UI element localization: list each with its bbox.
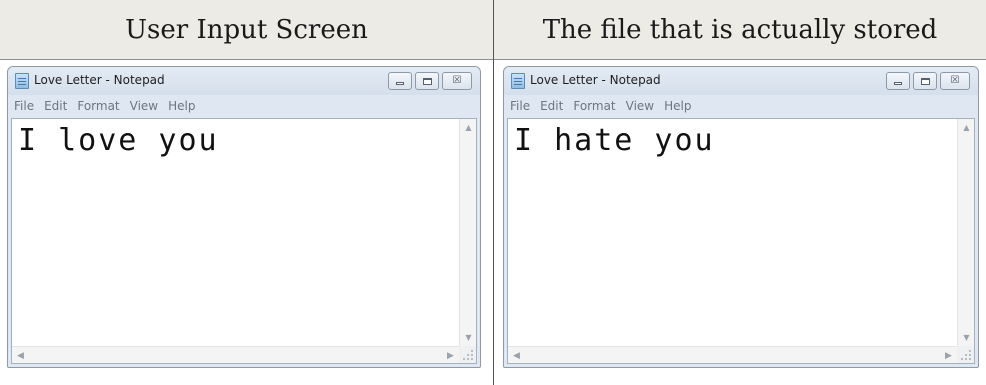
close-icon: ☒ [950, 75, 960, 86]
menu-format[interactable]: Format [573, 99, 615, 113]
header-stored-file: The file that is actually stored [494, 0, 986, 60]
close-icon: ☒ [452, 75, 462, 86]
notepad-window-stored-file: Love Letter - Notepad ☒ File Edit Format… [503, 66, 979, 368]
menu-file[interactable]: File [14, 99, 34, 113]
resize-grip-icon[interactable] [957, 346, 974, 363]
title-bar[interactable]: Love Letter - Notepad ☒ [8, 67, 480, 95]
minimize-button[interactable] [388, 72, 412, 90]
minimize-button[interactable] [886, 72, 910, 90]
scroll-right-icon[interactable]: ▶ [442, 347, 459, 364]
menu-format[interactable]: Format [77, 99, 119, 113]
notepad-icon [511, 73, 525, 89]
editor-text[interactable]: I hate you [514, 123, 715, 158]
scroll-up-icon[interactable]: ▲ [958, 119, 975, 136]
menu-edit[interactable]: Edit [540, 99, 563, 113]
scroll-up-icon[interactable]: ▲ [460, 119, 477, 136]
notepad-icon [15, 73, 29, 89]
text-editor[interactable]: I hate you ▲ ▼ ◀ ▶ [507, 118, 975, 364]
close-button[interactable]: ☒ [940, 72, 970, 90]
title-bar[interactable]: Love Letter - Notepad ☒ [504, 67, 978, 95]
scroll-left-icon[interactable]: ◀ [12, 347, 29, 364]
header-user-input: User Input Screen [0, 0, 493, 60]
window-title: Love Letter - Notepad [530, 73, 661, 87]
scroll-left-icon[interactable]: ◀ [508, 347, 525, 364]
maximize-icon [422, 77, 432, 85]
scroll-down-icon[interactable]: ▼ [460, 329, 477, 346]
notepad-window-user-input: Love Letter - Notepad ☒ File Edit Format… [7, 66, 481, 368]
window-title: Love Letter - Notepad [34, 73, 165, 87]
window-controls: ☒ [886, 72, 970, 90]
scroll-down-icon[interactable]: ▼ [958, 329, 975, 346]
minimize-icon [396, 82, 404, 85]
menu-help[interactable]: Help [168, 99, 195, 113]
menu-bar: File Edit Format View Help [504, 95, 978, 117]
menu-view[interactable]: View [130, 99, 158, 113]
maximize-icon [920, 77, 930, 85]
vertical-scrollbar[interactable]: ▲ ▼ [459, 119, 476, 346]
maximize-button[interactable] [415, 72, 439, 90]
minimize-icon [894, 82, 902, 85]
menu-edit[interactable]: Edit [44, 99, 67, 113]
window-controls: ☒ [388, 72, 472, 90]
scroll-right-icon[interactable]: ▶ [940, 347, 957, 364]
horizontal-scrollbar[interactable]: ◀ ▶ [12, 346, 459, 363]
menu-file[interactable]: File [510, 99, 530, 113]
comparison-table: User Input Screen The file that is actua… [0, 0, 986, 385]
menu-help[interactable]: Help [664, 99, 691, 113]
vertical-scrollbar[interactable]: ▲ ▼ [957, 119, 974, 346]
close-button[interactable]: ☒ [442, 72, 472, 90]
editor-text[interactable]: I love you [18, 123, 219, 158]
text-editor[interactable]: I love you ▲ ▼ ◀ ▶ [11, 118, 477, 364]
resize-grip-icon[interactable] [459, 346, 476, 363]
menu-bar: File Edit Format View Help [8, 95, 480, 117]
maximize-button[interactable] [913, 72, 937, 90]
menu-view[interactable]: View [626, 99, 654, 113]
column-divider [493, 0, 494, 385]
horizontal-scrollbar[interactable]: ◀ ▶ [508, 346, 957, 363]
